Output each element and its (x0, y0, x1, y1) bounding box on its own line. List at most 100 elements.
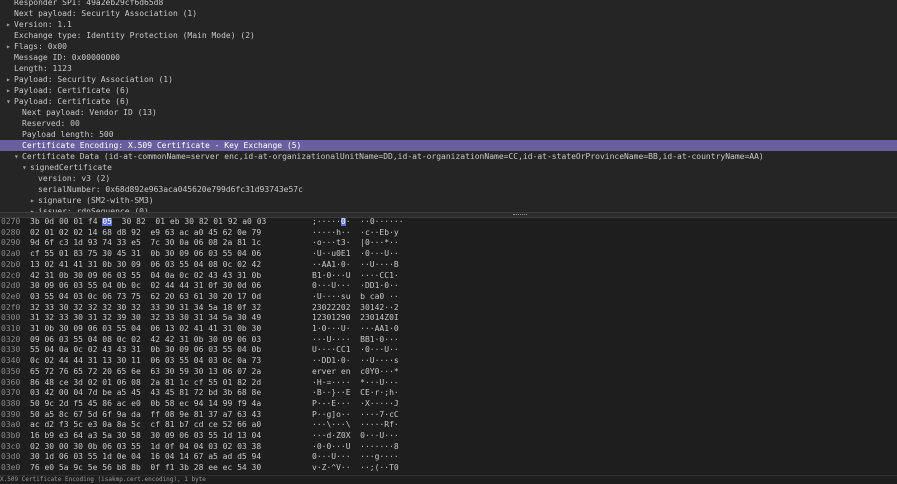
hex-row[interactable]: 0300 31 32 33 30 31 32 39 30 32 33 30 31 … (0, 312, 897, 323)
tree-row[interactable]: ▾ Payload: Certificate (6) (0, 96, 897, 107)
hex-ascii[interactable]: ;·····0· ··0······ (312, 218, 404, 227)
hex-bytes[interactable]: ac d2 f3 5c e3 0a 8a 5c cf 81 b7 cd ce 5… (30, 419, 300, 430)
highlighted-ascii-char[interactable]: 0 (340, 218, 346, 226)
hex-ascii[interactable]: 1·0···U· ···AA1·0 (312, 323, 402, 334)
hex-ascii[interactable]: ·o···t3· |0···*·· (312, 237, 402, 248)
hex-bytes[interactable]: 32 33 30 32 32 32 30 32 33 30 31 34 5a 1… (30, 302, 300, 313)
collapsed-arrow-icon[interactable]: ▸ (6, 41, 14, 52)
hex-ascii[interactable]: ··DD1·0· ··U····s (312, 355, 402, 366)
hex-ascii[interactable]: v·Z·^V·· ··;(··T0 (312, 462, 402, 473)
hex-bytes[interactable]: 86 48 ce 3d 02 01 06 08 2a 81 1c cf 55 0… (30, 377, 300, 388)
collapsed-arrow-icon[interactable]: ▸ (30, 195, 38, 206)
hex-ascii[interactable]: ·B··}··E CE·r·;h· (312, 387, 402, 398)
hex-bytes[interactable]: 30 1d 06 03 55 1d 0e 04 16 04 14 67 a5 a… (30, 451, 300, 462)
hex-ascii[interactable]: ·H·=···· *···U··- (312, 377, 402, 388)
tree-row[interactable]: version: v3 (2) (0, 173, 897, 184)
tree-row[interactable]: Responder SPI: 49a2eb29cf6d65d8 (0, 0, 897, 8)
hex-ascii[interactable]: ···U···· BB1·0··· (312, 334, 402, 345)
hex-bytes[interactable]: 13 02 41 41 31 0b 30 09 06 03 55 04 08 0… (30, 259, 300, 270)
hex-row[interactable]: 0360 86 48 ce 3d 02 01 06 08 2a 81 1c cf … (0, 377, 897, 388)
hex-ascii[interactable]: P·-·E··· ·X·····J (312, 398, 402, 409)
hex-ascii[interactable]: ···\···\ ·····Rf· (312, 419, 402, 430)
hex-row[interactable]: 03a0 ac d2 f3 5c e3 0a 8a 5c cf 81 b7 cd … (0, 419, 897, 430)
hex-row[interactable]: 0280 02 01 02 02 14 68 d8 92 e9 63 ac a0 … (0, 227, 897, 238)
hex-bytes[interactable]: 31 32 33 30 31 32 39 30 32 33 30 31 34 5… (30, 312, 300, 323)
hex-bytes[interactable]: 50 9c 2d f5 45 86 ac e0 0b 58 ec 94 14 9… (30, 398, 300, 409)
hex-row[interactable]: 0380 50 9c 2d f5 45 86 ac e0 0b 58 ec 94 … (0, 398, 897, 409)
hex-row[interactable]: 03e0 76 e0 5a 9c 5e 56 b8 8b 0f f1 3b 28 … (0, 462, 897, 473)
hex-row[interactable]: 02f0 32 33 30 32 32 32 30 32 33 30 31 34 … (0, 302, 897, 313)
hex-ascii[interactable]: ··AA1·0· ··U····B (312, 259, 402, 270)
hex-row[interactable]: 0370 03 42 00 04 7d be a5 45 43 45 81 72 … (0, 387, 897, 398)
expanded-arrow-icon[interactable]: ▾ (14, 151, 22, 162)
hex-bytes[interactable]: 50 a5 8c 67 5d 6f 9a da ff 08 9e 81 37 a… (30, 409, 300, 420)
hex-bytes[interactable]: 09 06 03 55 04 08 0c 02 42 42 31 0b 30 0… (30, 334, 300, 345)
tree-row[interactable]: Exchange type: Identity Protection (Main… (0, 30, 897, 41)
hex-bytes[interactable]: 55 04 0a 0c 02 43 43 31 0b 30 09 06 03 5… (30, 344, 300, 355)
hex-row[interactable]: 02b0 13 02 41 41 31 0b 30 09 06 03 55 04 … (0, 259, 897, 270)
tree-row[interactable]: Next payload: Vendor ID (13) (0, 107, 897, 118)
tree-row[interactable]: Length: 1123 (0, 63, 897, 74)
hex-ascii[interactable]: ···d·Z0X 0···U··· (312, 430, 402, 441)
hex-row[interactable]: 03b0 16 b9 e3 64 a3 5a 30 58 30 09 06 03 … (0, 430, 897, 441)
hex-ascii[interactable]: B1·0···U ····CC1· (312, 270, 402, 281)
tree-row[interactable]: Next payload: Security Association (1) (0, 8, 897, 19)
hex-row[interactable]: 0340 0c 02 44 44 31 13 30 11 06 03 55 04 … (0, 355, 897, 366)
hex-row[interactable]: 0350 65 72 76 65 72 20 65 6e 63 30 59 30 … (0, 366, 897, 377)
hex-ascii[interactable]: ·0·0···U ·······8 (312, 441, 402, 452)
hex-row[interactable]: 0330 55 04 0a 0c 02 43 43 31 0b 30 09 06 … (0, 344, 897, 355)
hex-bytes[interactable]: 76 e0 5a 9c 5e 56 b8 8b 0f f1 3b 28 ee e… (30, 462, 300, 473)
expanded-arrow-icon[interactable]: ▾ (6, 96, 14, 107)
hex-row[interactable]: 03d0 30 1d 06 03 55 1d 0e 04 16 04 14 67 … (0, 451, 897, 462)
hex-row[interactable]: 0390 50 a5 8c 67 5d 6f 9a da ff 08 9e 81 … (0, 409, 897, 420)
hex-ascii[interactable]: P··g]o·· ····7·cC (312, 409, 402, 420)
hex-bytes[interactable]: 03 55 04 03 0c 06 73 75 62 20 63 61 30 2… (30, 291, 300, 302)
highlighted-byte[interactable]: 05 (102, 218, 112, 226)
hex-bytes[interactable]: 30 09 06 03 55 04 0b 0c 02 44 44 31 0f 3… (30, 280, 300, 291)
tree-row[interactable]: serialNumber: 0x68d892e963aca045620e799d… (0, 184, 897, 195)
hex-ascii[interactable]: ·····h·· ·c··Eb·y (312, 227, 402, 238)
hex-row[interactable]: 02a0 cf 55 01 83 75 30 45 31 0b 30 09 06 … (0, 248, 897, 259)
hex-ascii[interactable]: 23022202 30142··2 (312, 302, 402, 313)
hex-row[interactable]: 0290 9d 6f c3 1d 93 74 33 e5 7c 30 0a 06 … (0, 237, 897, 248)
tree-row-selected[interactable]: Certificate Encoding: X.509 Certificate … (0, 140, 897, 151)
hex-bytes[interactable]: 03 42 00 04 7d be a5 45 43 45 81 72 bd 3… (30, 387, 300, 398)
hex-bytes[interactable]: cf 55 01 83 75 30 45 31 0b 30 09 06 03 5… (30, 248, 300, 259)
tree-row[interactable]: ▾ Certificate Data (id-at-commonName=serv… (0, 151, 897, 162)
hex-bytes[interactable]: 31 0b 30 09 06 03 55 04 06 13 02 41 41 3… (30, 323, 300, 334)
tree-row[interactable]: ▸ signature (SM2-with-SM3) (0, 195, 897, 206)
packet-bytes-pane[interactable]: 0270 3b 0d 00 01 f4 05 30 82 01 eb 30 82 … (0, 218, 897, 475)
hex-ascii[interactable]: 12301290 23014Z0I (312, 312, 402, 323)
hex-ascii[interactable]: 0···U··· ·DD1·0·· (312, 280, 402, 291)
hex-row[interactable]: 02d0 30 09 06 03 55 04 0b 0c 02 44 44 31 … (0, 280, 897, 291)
collapsed-arrow-icon[interactable]: ▸ (6, 85, 14, 96)
hex-bytes[interactable]: 42 31 0b 30 09 06 03 55 04 0a 0c 02 43 4… (30, 270, 300, 281)
tree-row[interactable]: Payload length: 500 (0, 129, 897, 140)
tree-row[interactable]: Message ID: 0x00000000 (0, 52, 897, 63)
tree-row[interactable]: ▸ Payload: Certificate (6) (0, 85, 897, 96)
collapsed-arrow-icon[interactable]: ▸ (6, 19, 14, 30)
hex-ascii[interactable]: ·U··u0E1 ·0···U·· (312, 248, 402, 259)
hex-ascii[interactable]: 0···U··· ···g···· (312, 451, 402, 462)
splitter-grip-icon[interactable] (513, 214, 527, 217)
collapsed-arrow-icon[interactable]: ▸ (6, 74, 14, 85)
tree-row[interactable]: ▸ Version: 1.1 (0, 19, 897, 30)
hex-row[interactable]: 03c0 02 30 00 30 0b 06 03 55 1d 0f 04 04 … (0, 441, 897, 452)
hex-bytes[interactable]: 02 01 02 02 14 68 d8 92 e9 63 ac a0 45 6… (30, 227, 300, 238)
hex-row[interactable]: 0270 3b 0d 00 01 f4 05 30 82 01 eb 30 82 … (0, 218, 897, 227)
tree-row[interactable]: ▸ Flags: 0x00 (0, 41, 897, 52)
hex-row[interactable]: 02c0 42 31 0b 30 09 06 03 55 04 0a 0c 02 … (0, 270, 897, 281)
hex-bytes[interactable]: 3b 0d 00 01 f4 05 30 82 01 eb 30 82 01 9… (30, 218, 300, 227)
tree-row[interactable]: ▾ signedCertificate (0, 162, 897, 173)
hex-ascii[interactable]: erver en c0Y0···* (312, 366, 402, 377)
hex-ascii[interactable]: ·U····su b ca0 ·· (312, 291, 402, 302)
packet-details-pane[interactable]: Responder SPI: 49a2eb29cf6d65d8 Next payl… (0, 0, 897, 212)
hex-bytes[interactable]: 16 b9 e3 64 a3 5a 30 58 30 09 06 03 55 1… (30, 430, 300, 441)
hex-bytes[interactable]: 02 30 00 30 0b 06 03 55 1d 0f 04 04 03 0… (30, 441, 300, 452)
tree-row[interactable]: Reserved: 00 (0, 118, 897, 129)
hex-row[interactable]: 0320 09 06 03 55 04 08 0c 02 42 42 31 0b … (0, 334, 897, 345)
hex-bytes[interactable]: 65 72 76 65 72 20 65 6e 63 30 59 30 13 0… (30, 366, 300, 377)
expanded-arrow-icon[interactable]: ▾ (22, 162, 30, 173)
hex-bytes[interactable]: 0c 02 44 44 31 13 30 11 06 03 55 04 03 0… (30, 355, 300, 366)
hex-ascii[interactable]: U····CC1 ·0···U·· (312, 344, 402, 355)
